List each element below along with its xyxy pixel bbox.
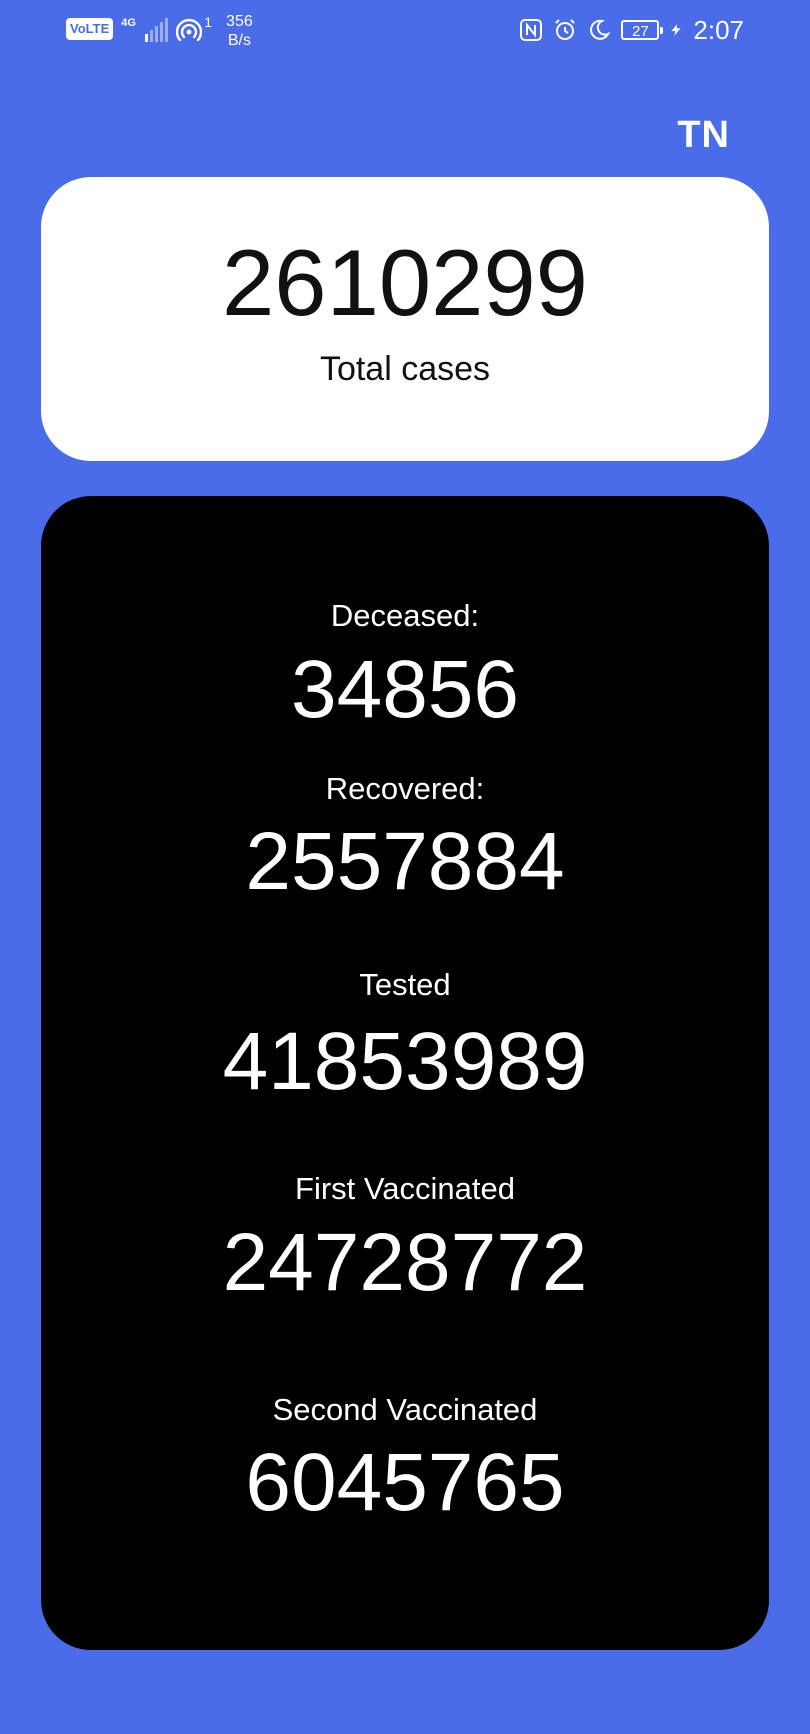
charging-bolt-icon bbox=[671, 24, 682, 36]
recovered-label: Recovered: bbox=[325, 771, 485, 806]
deceased-label: Deceased: bbox=[330, 598, 480, 633]
status-bar-left: VoLTE 4G 1 356 B/s bbox=[66, 12, 253, 50]
tested-label: Tested bbox=[359, 967, 451, 1002]
deceased-value: 34856 bbox=[290, 644, 520, 735]
network-type: 4G bbox=[121, 17, 136, 29]
clock: 2:07 bbox=[693, 14, 744, 45]
network-speed-value: 356 bbox=[226, 13, 253, 30]
first-vaccinated-value: 24728772 bbox=[222, 1217, 588, 1308]
total-cases-label: Total cases bbox=[319, 350, 491, 388]
do-not-disturb-moon-icon bbox=[590, 19, 611, 40]
signal-strength-icon bbox=[145, 18, 169, 42]
second-vaccinated-label: Second Vaccinated bbox=[272, 1392, 538, 1427]
total-cases-card: 2610299 Total cases bbox=[41, 177, 769, 461]
nfc-icon bbox=[520, 19, 543, 41]
alarm-icon bbox=[555, 19, 576, 40]
status-bar-right: 27 2:07 bbox=[519, 12, 744, 48]
hotspot-count: 1 bbox=[204, 14, 213, 30]
second-vaccinated-value: 6045765 bbox=[245, 1437, 565, 1528]
recovered-value: 2557884 bbox=[245, 816, 565, 907]
stats-card: Deceased: 34856 Recovered: 2557884 Teste… bbox=[41, 496, 769, 1650]
tested-value: 41853989 bbox=[222, 1016, 588, 1107]
volte-badge: VoLTE bbox=[66, 18, 114, 40]
battery-icon: 27 bbox=[621, 20, 664, 40]
total-cases-value: 2610299 bbox=[222, 230, 588, 335]
first-vaccinated-label: First Vaccinated bbox=[295, 1171, 515, 1206]
status-bar: VoLTE 4G 1 356 B/s 27 2:07 bbox=[0, 0, 810, 60]
network-speed-unit: B/s bbox=[227, 32, 251, 49]
hotspot-icon bbox=[176, 18, 203, 42]
region-code[interactable]: TN bbox=[677, 114, 730, 157]
network-speed: 356 B/s bbox=[226, 12, 253, 50]
